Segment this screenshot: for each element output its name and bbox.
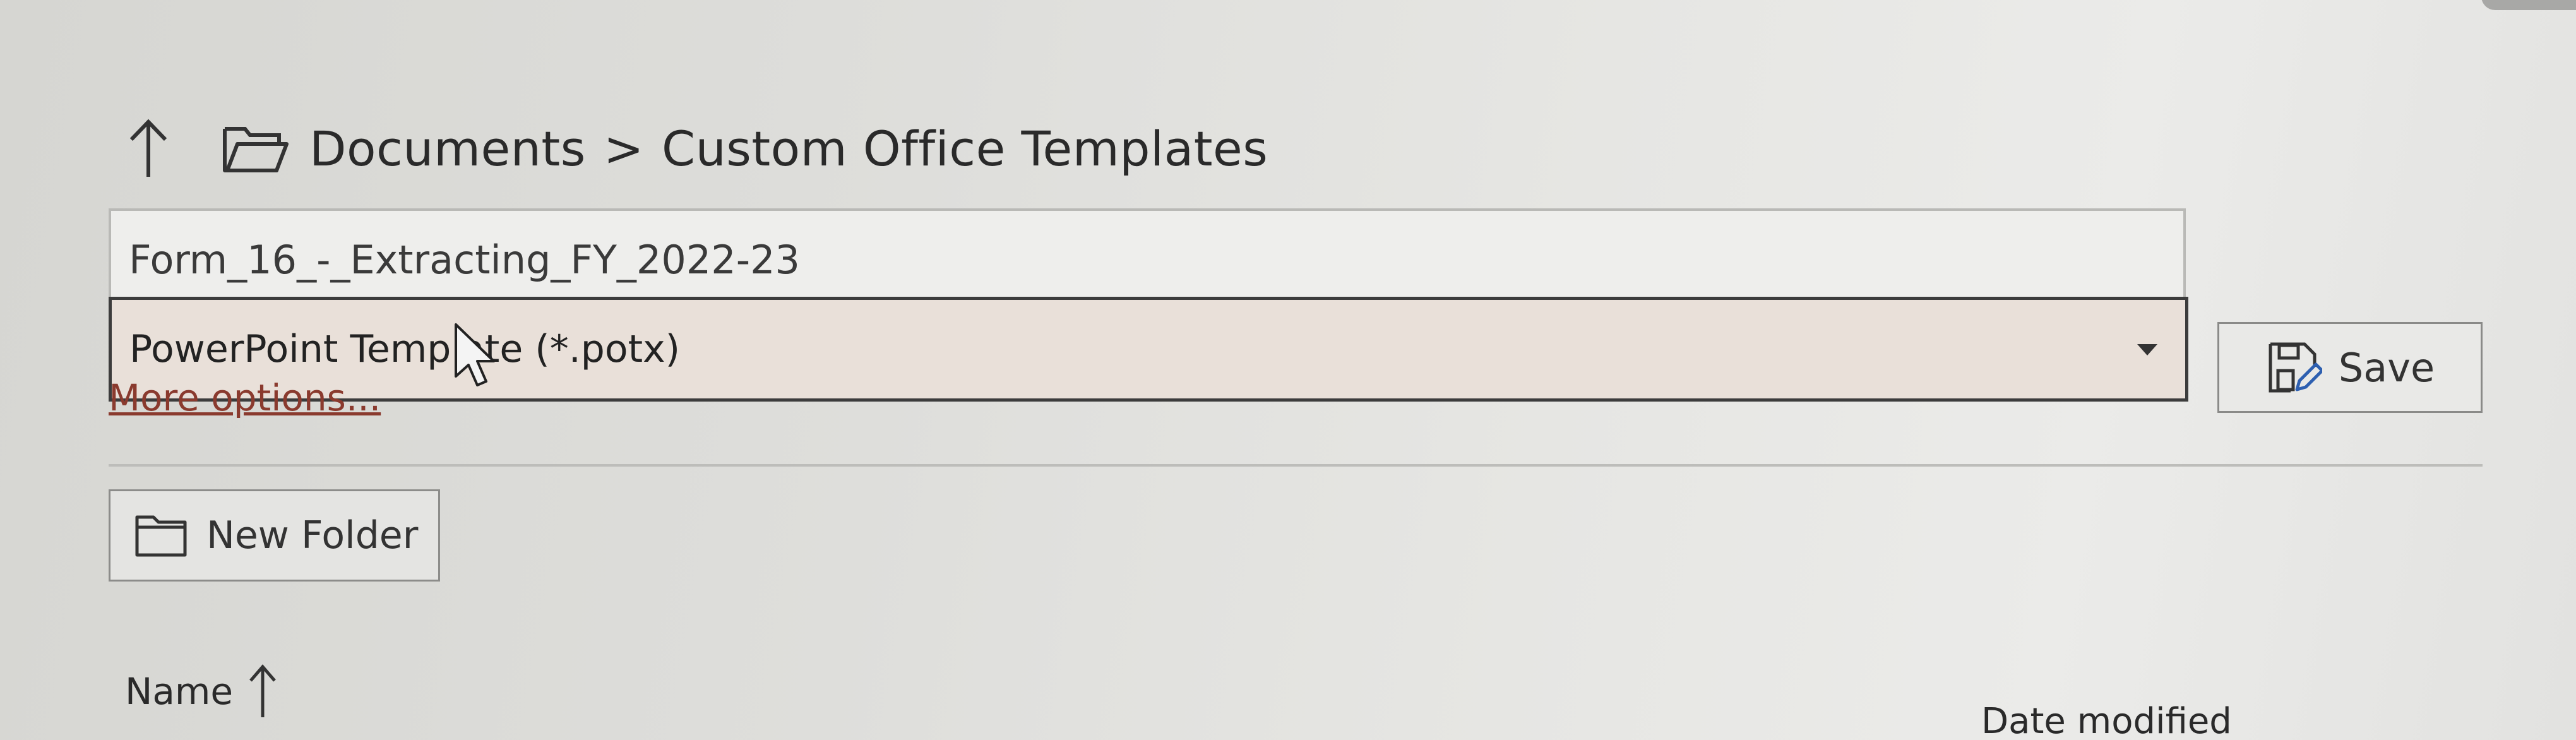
save-as-type-select[interactable]: PowerPoint Template (*.potx) bbox=[109, 297, 2188, 402]
save-icon bbox=[2269, 342, 2322, 393]
window-corner bbox=[2481, 0, 2576, 10]
navigation-bar: Documents > Custom Office Templates bbox=[120, 107, 1268, 189]
breadcrumb: Documents > Custom Office Templates bbox=[309, 121, 1268, 177]
sort-ascending-icon bbox=[249, 664, 277, 717]
breadcrumb-item-documents[interactable]: Documents bbox=[309, 121, 586, 177]
new-folder-button-label: New Folder bbox=[206, 513, 419, 558]
save-button-label: Save bbox=[2338, 344, 2435, 391]
more-options-link[interactable]: More options... bbox=[109, 376, 381, 419]
divider bbox=[109, 464, 2483, 467]
breadcrumb-separator: > bbox=[603, 120, 645, 177]
save-as-type-value: PowerPoint Template (*.potx) bbox=[129, 327, 681, 371]
up-button[interactable] bbox=[120, 114, 177, 183]
column-header-name-label: Name bbox=[125, 670, 234, 713]
folder-icon bbox=[135, 515, 187, 557]
save-button[interactable]: Save bbox=[2217, 322, 2483, 413]
arrow-up-icon bbox=[129, 119, 167, 177]
new-folder-button[interactable]: New Folder bbox=[109, 489, 440, 582]
mouse-cursor-icon bbox=[455, 323, 495, 386]
breadcrumb-item-custom-office-templates[interactable]: Custom Office Templates bbox=[662, 121, 1268, 177]
chevron-down-icon bbox=[2137, 344, 2157, 355]
column-header-name[interactable]: Name bbox=[125, 663, 278, 720]
column-header-date-modified[interactable]: Date modified bbox=[1981, 701, 2232, 740]
folder-open-icon bbox=[223, 127, 289, 172]
file-name-input[interactable] bbox=[109, 208, 2186, 311]
